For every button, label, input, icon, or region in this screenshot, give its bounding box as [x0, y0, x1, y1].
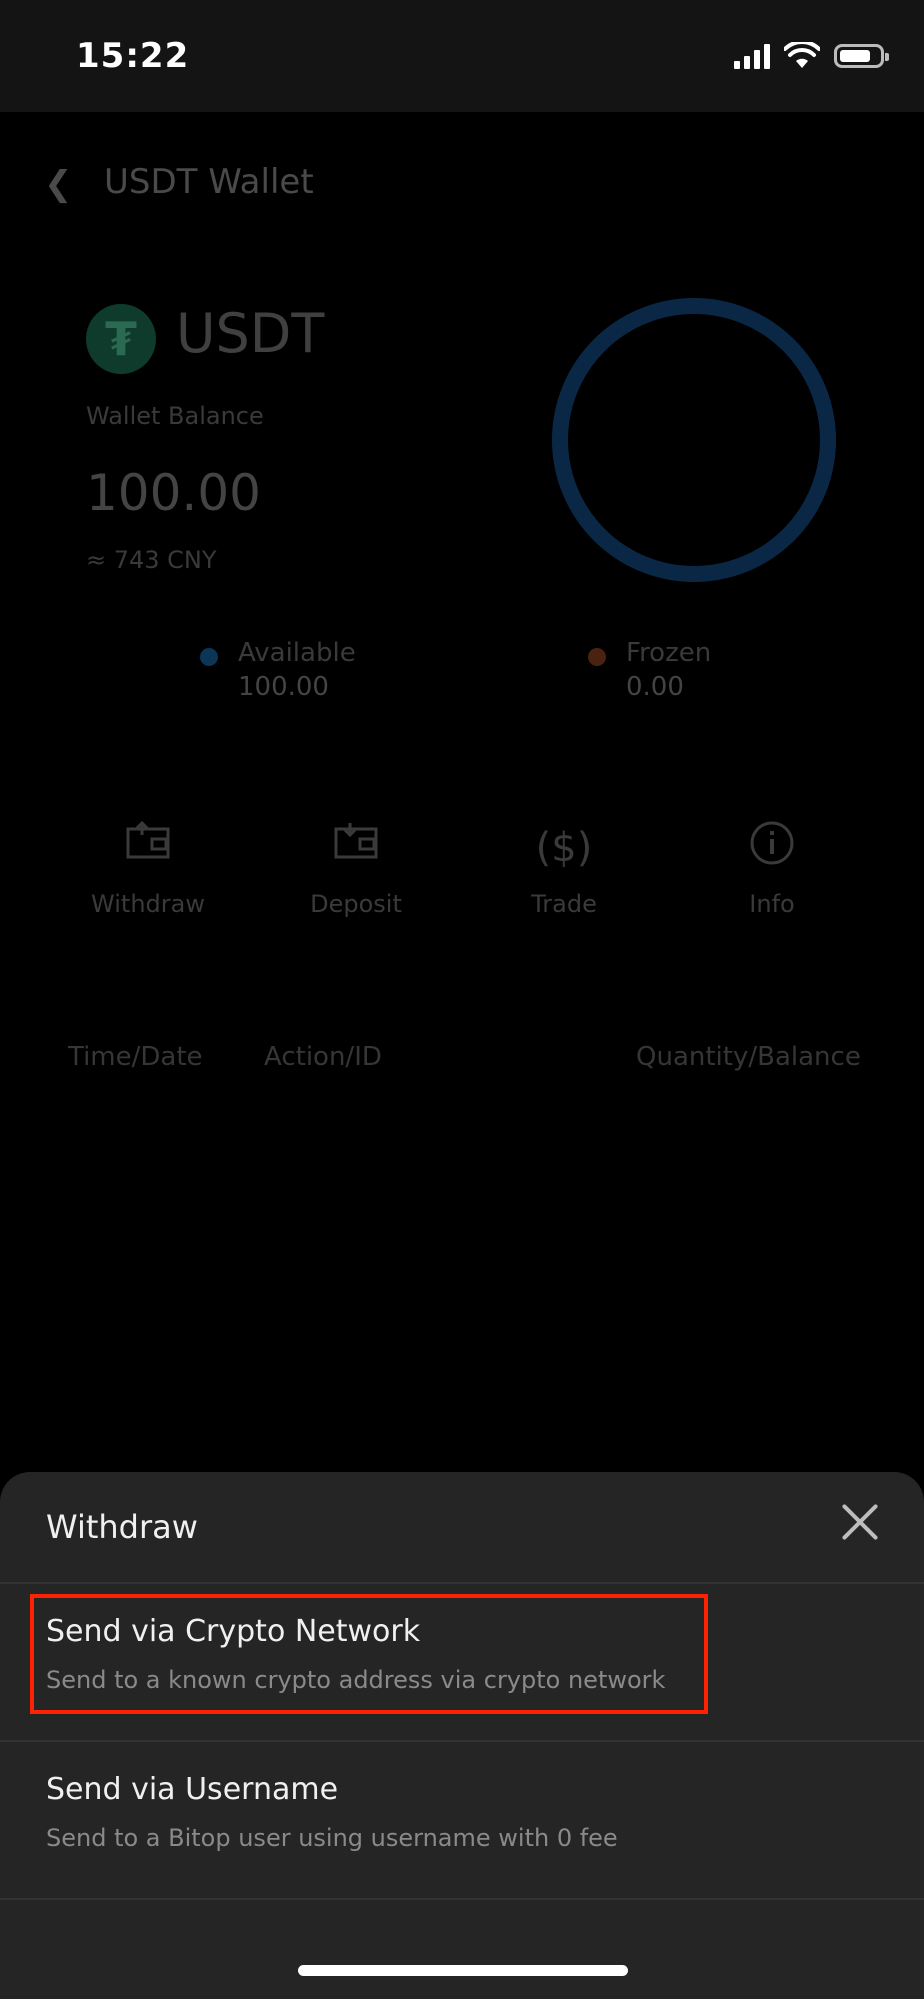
highlight-box: [30, 1594, 708, 1714]
tether-logo-icon: ₮: [86, 304, 156, 374]
status-time: 15:22: [76, 36, 190, 76]
trade-label: Trade: [531, 890, 597, 918]
balance-cny: ≈ 743 CNY: [86, 546, 217, 574]
frozen-value: 0.00: [626, 672, 684, 702]
available-dot-icon: [200, 648, 218, 666]
balance-value: 100.00: [86, 464, 261, 522]
back-chevron-icon[interactable]: ❮: [44, 164, 73, 204]
page-title: USDT Wallet: [104, 162, 314, 202]
info-icon: [672, 820, 872, 876]
deposit-label: Deposit: [310, 890, 402, 918]
column-header-quantity-balance: Quantity/Balance: [636, 1042, 861, 1072]
option-subtitle: Send to a Bitop user using username with…: [46, 1824, 618, 1852]
divider: [0, 1898, 924, 1900]
option-title: Send via Username: [46, 1772, 339, 1807]
cellular-signal-icon: [734, 43, 770, 69]
available-label: Available: [238, 638, 356, 668]
withdraw-button[interactable]: Withdraw: [48, 820, 248, 918]
withdraw-bottom-sheet: Withdraw Send via Crypto Network Send to…: [0, 1472, 924, 1999]
wallet-actions: Withdraw Deposit ($) Trade Info: [48, 820, 876, 960]
close-icon[interactable]: [836, 1498, 884, 1546]
wifi-icon: [784, 42, 820, 68]
deposit-button[interactable]: Deposit: [256, 820, 456, 918]
status-bar: 15:22: [0, 0, 924, 112]
column-header-action-id: Action/ID: [264, 1042, 382, 1072]
sheet-title: Withdraw: [46, 1508, 198, 1546]
trade-exchange-icon: ($): [535, 825, 593, 871]
info-button[interactable]: Info: [672, 820, 872, 918]
available-value: 100.00: [238, 672, 329, 702]
frozen-dot-icon: [588, 648, 606, 666]
balance-donut-chart: [552, 298, 836, 582]
withdraw-icon: [48, 820, 248, 876]
trade-button[interactable]: ($) Trade: [464, 820, 664, 918]
home-indicator[interactable]: [298, 1965, 628, 1976]
send-via-username-option[interactable]: Send via Username Send to a Bitop user u…: [0, 1742, 924, 1898]
column-header-time-date: Time/Date: [68, 1042, 203, 1072]
withdraw-label: Withdraw: [91, 890, 205, 918]
status-icons: [734, 42, 889, 70]
info-label: Info: [749, 890, 795, 918]
battery-icon: [834, 44, 889, 68]
coin-name: USDT: [176, 302, 325, 365]
balance-label: Wallet Balance: [86, 402, 264, 430]
deposit-icon: [256, 820, 456, 876]
frozen-label: Frozen: [626, 638, 712, 668]
